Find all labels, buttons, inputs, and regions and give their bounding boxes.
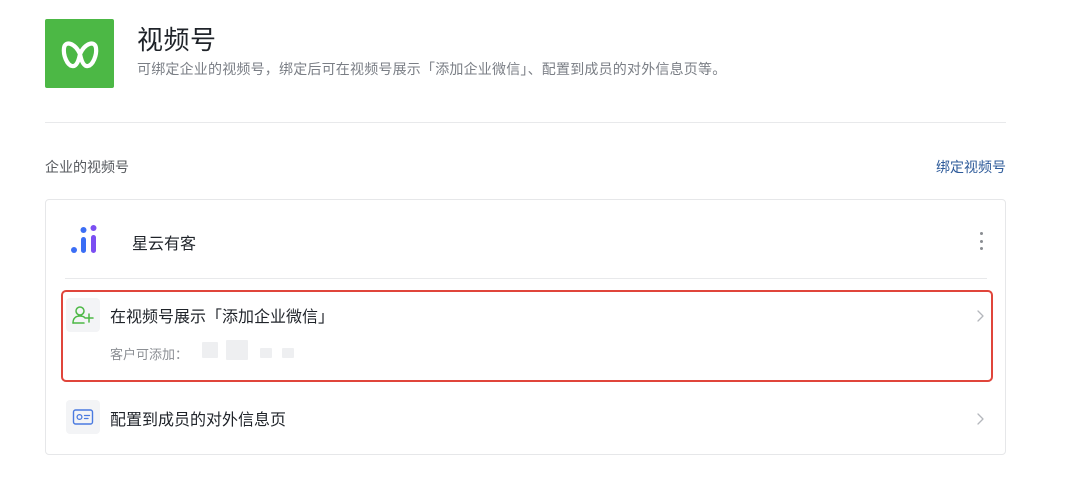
account-row: 星云有客: [46, 200, 1005, 280]
more-vertical-icon[interactable]: [977, 232, 985, 250]
section-title: 企业的视频号: [45, 159, 129, 175]
channel-card: 星云有客 在视频号展示「添加企业微信」 客户可添加： 配置到成员的对外信息页: [45, 199, 1006, 455]
page-title: 视频号: [137, 25, 217, 55]
page-description: 可绑定企业的视频号，绑定后可在视频号展示「添加企业微信」、配置到成员的对外信息页…: [137, 61, 727, 77]
account-name: 星云有客: [132, 236, 197, 253]
account-logo-icon: [70, 225, 102, 255]
bind-channel-link[interactable]: 绑定视频号: [936, 157, 1006, 177]
id-card-icon: [66, 400, 100, 434]
header-divider: [45, 122, 1006, 123]
card-divider: [65, 278, 987, 279]
member-profile-row[interactable]: 配置到成员的对外信息页: [46, 396, 1005, 440]
row-title: 配置到成员的对外信息页: [110, 412, 287, 429]
channels-logo-icon: [45, 19, 114, 88]
chevron-right-icon: [975, 412, 985, 426]
highlight-box: [61, 290, 993, 382]
